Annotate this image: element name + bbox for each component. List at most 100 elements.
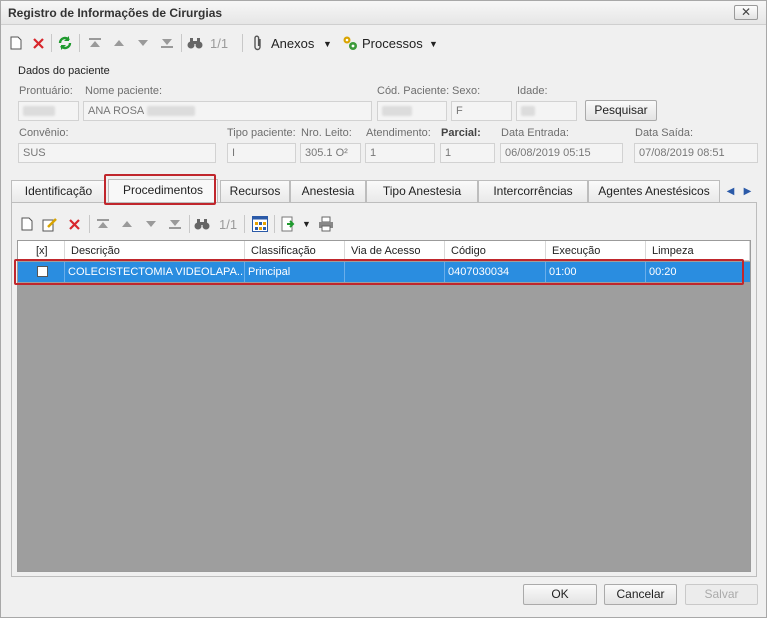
column-header-descricao[interactable]: Descrição (65, 241, 245, 261)
export-icon[interactable] (280, 215, 298, 233)
leito-value: 305.1 O² (305, 147, 348, 159)
refresh-icon[interactable] (56, 34, 74, 52)
previous-record-icon[interactable] (110, 34, 128, 52)
codigo-cell[interactable]: 0407030034 (445, 262, 546, 282)
atendimento-field[interactable]: 1 (365, 143, 435, 163)
toolbar-separator (79, 34, 80, 52)
data-entrada-field[interactable]: 06/08/2019 05:15 (500, 143, 623, 163)
edit-icon[interactable] (41, 215, 59, 233)
new-document-icon[interactable] (7, 34, 25, 52)
tab-scroll-left-icon[interactable]: ◀ (722, 180, 739, 202)
redacted-value (521, 106, 535, 117)
tipo-paciente-field[interactable]: I (227, 143, 296, 163)
row-checkbox[interactable] (37, 266, 48, 277)
printer-icon[interactable] (317, 215, 335, 233)
column-header-execucao[interactable]: Execução (546, 241, 646, 261)
column-header-codigo[interactable]: Código (445, 241, 546, 261)
data-entrada-label: Data Entrada: (501, 127, 569, 139)
prontuario-label: Prontuário: (19, 85, 73, 97)
leito-label: Nro. Leito: (301, 127, 352, 139)
tab-tipo-anestesia[interactable]: Tipo Anestesia (366, 180, 478, 202)
prontuario-field[interactable] (18, 101, 79, 121)
previous-record-icon[interactable] (118, 215, 136, 233)
tab-identificacao[interactable]: Identificação (11, 180, 106, 202)
atendimento-label: Atendimento: (366, 127, 431, 139)
processos-dropdown-icon[interactable]: ▼ (429, 39, 438, 49)
toolbar-separator (181, 34, 182, 52)
nome-paciente-label: Nome paciente: (85, 85, 163, 97)
binoculars-icon[interactable] (186, 34, 204, 52)
first-record-icon[interactable] (94, 215, 112, 233)
record-position: 1/1 (219, 217, 238, 232)
descricao-cell[interactable]: COLECISTECTOMIA VIDEOLAPA... (65, 262, 245, 282)
column-header-classificacao[interactable]: Classificação (245, 241, 345, 261)
redacted-value (146, 106, 195, 117)
delete-icon[interactable] (29, 34, 47, 52)
tab-scroll-right-icon[interactable]: ▶ (739, 180, 756, 202)
idade-field[interactable] (516, 101, 577, 121)
nome-paciente-field[interactable]: ANA ROSA (83, 101, 372, 121)
sexo-field[interactable]: F (451, 101, 512, 121)
binoculars-icon[interactable] (193, 215, 211, 233)
grid-view-icon[interactable] (251, 215, 269, 233)
next-record-icon[interactable] (134, 34, 152, 52)
atendimento-value: 1 (370, 147, 377, 159)
patient-group-label: Dados do paciente (18, 65, 110, 77)
main-toolbar: 1/1 Anexos ▼ Processos ▼ (1, 29, 766, 57)
parcial-value: 1 (445, 147, 452, 159)
delete-icon[interactable] (65, 215, 83, 233)
convenio-label: Convênio: (19, 127, 69, 139)
tipo-paciente-label: Tipo paciente: (227, 127, 296, 139)
limpeza-cell[interactable]: 00:20 (646, 262, 750, 282)
anexos-dropdown-icon[interactable]: ▼ (323, 39, 332, 49)
leito-field[interactable]: 305.1 O² (300, 143, 361, 163)
convenio-field[interactable]: SUS (18, 143, 216, 163)
column-header-check[interactable]: [x] (18, 241, 65, 261)
classificacao-cell[interactable]: Principal (245, 262, 345, 282)
data-saida-field[interactable]: 07/08/2019 08:51 (634, 143, 758, 163)
parcial-label: Parcial: (441, 127, 481, 139)
cod-paciente-field[interactable] (377, 101, 447, 121)
last-record-icon[interactable] (158, 34, 176, 52)
via-acesso-cell[interactable] (345, 262, 445, 282)
tab-recursos[interactable]: Recursos (220, 180, 290, 202)
column-header-via-acesso[interactable]: Via de Acesso (345, 241, 445, 261)
procedimentos-panel: 1/1 ▼ [x] Descrição Classificação Via de… (11, 202, 757, 577)
cancelar-button[interactable]: Cancelar (604, 584, 677, 605)
processos-menu[interactable]: Processos (362, 36, 423, 51)
sexo-label: Sexo: (452, 85, 481, 97)
tab-agentes-anestesicos[interactable]: Agentes Anestésicos (588, 180, 720, 202)
paperclip-icon[interactable] (249, 34, 267, 52)
toolbar-separator (89, 215, 90, 233)
column-header-limpeza[interactable]: Limpeza (646, 241, 750, 261)
idade-label: Idade: (517, 85, 548, 97)
processos-label: Processos (362, 36, 423, 51)
gears-icon[interactable] (341, 34, 359, 52)
toolbar-separator (189, 215, 190, 233)
row-check-cell[interactable] (18, 262, 65, 282)
data-saida-label: Data Saída: (635, 127, 694, 139)
export-dropdown-icon[interactable]: ▼ (302, 219, 311, 229)
next-record-icon[interactable] (142, 215, 160, 233)
first-record-icon[interactable] (86, 34, 104, 52)
data-entrada-value: 06/08/2019 05:15 (505, 147, 591, 159)
cod-paciente-label: Cód. Paciente: (377, 85, 450, 97)
parcial-field[interactable]: 1 (440, 143, 495, 163)
nome-paciente-value: ANA ROSA (88, 105, 144, 117)
tab-strip: Identificação Procedimentos Recursos Ane… (11, 179, 757, 203)
last-record-icon[interactable] (166, 215, 184, 233)
new-document-icon[interactable] (18, 215, 36, 233)
table-row[interactable]: COLECISTECTOMIA VIDEOLAPA... Principal 0… (18, 262, 750, 282)
tab-intercorrencias[interactable]: Intercorrências (478, 180, 588, 202)
pesquisar-button[interactable]: Pesquisar (585, 100, 657, 121)
window-title: Registro de Informações de Cirurgias (8, 6, 223, 20)
salvar-button[interactable]: Salvar (685, 584, 758, 605)
redacted-value (382, 106, 412, 117)
anexos-menu[interactable]: Anexos (271, 36, 314, 51)
ok-button[interactable]: OK (523, 584, 597, 605)
tab-procedimentos[interactable]: Procedimentos (108, 179, 218, 203)
execucao-cell[interactable]: 01:00 (546, 262, 646, 282)
grid-header: [x] Descrição Classificação Via de Acess… (18, 241, 750, 261)
close-button[interactable]: ✕ (734, 5, 758, 20)
tab-anestesia[interactable]: Anestesia (290, 180, 366, 202)
